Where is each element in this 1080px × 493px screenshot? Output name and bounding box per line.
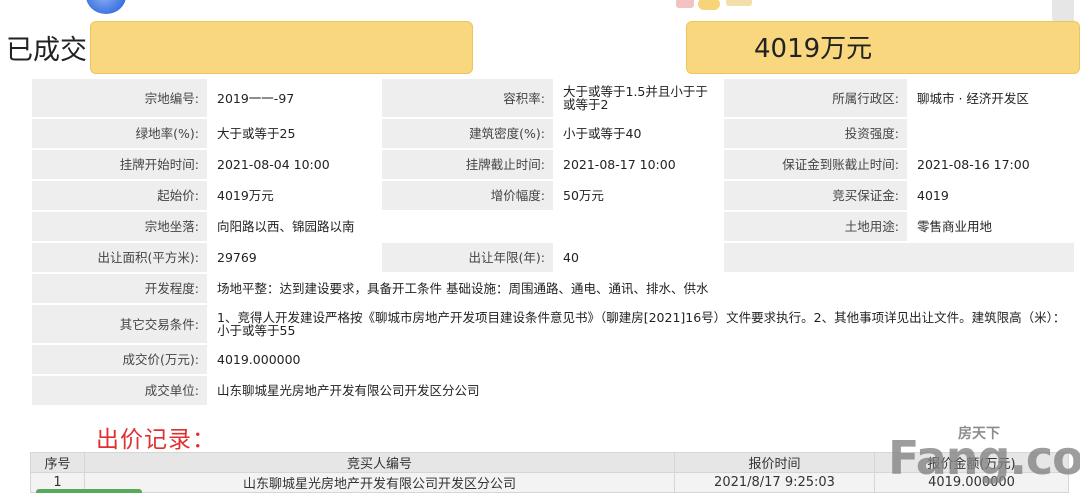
start-price-label: 起始价: — [32, 181, 207, 210]
far-label: 容积率: — [382, 79, 553, 117]
info-row: 其它交易条件: 1、竞得人开发建设严格按《聊城市房地产开发项目建设条件意见书》（… — [32, 305, 1074, 343]
listing-end-label: 挂牌截止时间: — [382, 150, 553, 179]
land-info-table: 宗地编号: 2019一一-97 容积率: 大于或等于1.5并且小于于或等于2 所… — [30, 77, 1076, 407]
development-level-label: 开发程度: — [32, 274, 207, 303]
land-use-label: 土地用途: — [724, 212, 907, 241]
term-label: 出让年限(年): — [382, 243, 553, 272]
district-value: 聊城市 · 经济开发区 — [909, 79, 1074, 117]
bid-records-title: 出价记录： — [96, 427, 216, 453]
info-row: 成交价(万元): 4019.000000 — [32, 345, 1074, 374]
deal-price-value: 4019.000000 — [209, 345, 1074, 374]
investment-intensity-value — [909, 119, 1074, 148]
land-use-value: 零售商业用地 — [909, 212, 1074, 241]
highlight-box-left — [90, 21, 473, 74]
green-button-fragment — [36, 489, 142, 493]
watermark-text: Fang.com — [888, 431, 1080, 485]
location-value: 向阳路以西、锦园路以南 — [209, 212, 722, 241]
header-bidder: 竞买人编号 — [84, 452, 675, 473]
investment-intensity-label: 投资强度: — [724, 119, 907, 148]
empty-cell — [724, 243, 1074, 272]
far-value: 大于或等于1.5并且小于于或等于2 — [555, 79, 722, 117]
info-row: 绿地率(%): 大于或等于25 建筑密度(%): 小于或等于40 投资强度: — [32, 119, 1074, 148]
price-increment-label: 增价幅度: — [382, 181, 553, 210]
term-value: 40 — [555, 243, 722, 272]
info-row: 开发程度: 场地平整：达到建设要求，具备开工条件 基础设施：周围通路、通电、通讯… — [32, 274, 1074, 303]
final-price-display: 4019万元 — [754, 34, 873, 64]
area-value: 29769 — [209, 243, 380, 272]
bid-bidder: 山东聊城星光房地产开发有限公司开发区分公司 — [84, 472, 675, 493]
highlight-box-right — [686, 21, 1080, 74]
bid-deposit-label: 竞买保证金: — [724, 181, 907, 210]
area-label: 出让面积(平方米): — [32, 243, 207, 272]
district-label: 所属行政区: — [724, 79, 907, 117]
info-row: 挂牌开始时间: 2021-08-04 10:00 挂牌截止时间: 2021-08… — [32, 150, 1074, 179]
parcel-no-value: 2019一一-97 — [209, 79, 380, 117]
deposit-deadline-label: 保证金到账截止时间: — [724, 150, 907, 179]
deposit-deadline-value: 2021-08-16 17:00 — [909, 150, 1074, 179]
other-conditions-label: 其它交易条件: — [32, 305, 207, 343]
header-time: 报价时间 — [674, 452, 875, 473]
bid-deposit-value: 4019 — [909, 181, 1074, 210]
deal-price-label: 成交价(万元): — [32, 345, 207, 374]
building-density-value: 小于或等于40 — [555, 119, 722, 148]
winning-unit-label: 成交单位: — [32, 376, 207, 405]
header-seq: 序号 — [30, 452, 85, 473]
building-density-label: 建筑密度(%): — [382, 119, 553, 148]
winning-unit-value: 山东聊城星光房地产开发有限公司开发区分公司 — [209, 376, 1074, 405]
development-level-value: 场地平整：达到建设要求，具备开工条件 基础设施：周围通路、通电、通讯、排水、供水 — [209, 274, 1074, 303]
listing-start-label: 挂牌开始时间: — [32, 150, 207, 179]
price-increment-value: 50万元 — [555, 181, 722, 210]
info-row: 起始价: 4019万元 增价幅度: 50万元 竞买保证金: 4019 — [32, 181, 1074, 210]
info-row: 宗地坐落: 向阳路以西、锦园路以南 土地用途: 零售商业用地 — [32, 212, 1074, 241]
green-ratio-label: 绿地率(%): — [32, 119, 207, 148]
deal-status-label: 已成交 — [6, 35, 87, 66]
start-price-value: 4019万元 — [209, 181, 380, 210]
info-row: 成交单位: 山东聊城星光房地产开发有限公司开发区分公司 — [32, 376, 1074, 405]
other-conditions-value: 1、竞得人开发建设严格按《聊城市房地产开发项目建设条件意见书》（聊建房[2021… — [209, 305, 1074, 343]
fang-watermark-logo: 房天下 Fang.com — [888, 423, 1080, 485]
parcel-no-label: 宗地编号: — [32, 79, 207, 117]
decorative-banner-fragment — [672, 0, 762, 12]
blue-circle-icon — [86, 0, 126, 14]
info-row: 出让面积(平方米): 29769 出让年限(年): 40 — [32, 243, 1074, 272]
corner-decoration — [1052, 0, 1074, 22]
listing-end-value: 2021-08-17 10:00 — [555, 150, 722, 179]
location-label: 宗地坐落: — [32, 212, 207, 241]
green-ratio-value: 大于或等于25 — [209, 119, 380, 148]
top-decoration-strip — [0, 0, 1080, 22]
info-row: 宗地编号: 2019一一-97 容积率: 大于或等于1.5并且小于于或等于2 所… — [32, 79, 1074, 117]
bid-time: 2021/8/17 9:25:03 — [674, 472, 875, 493]
listing-start-value: 2021-08-04 10:00 — [209, 150, 380, 179]
